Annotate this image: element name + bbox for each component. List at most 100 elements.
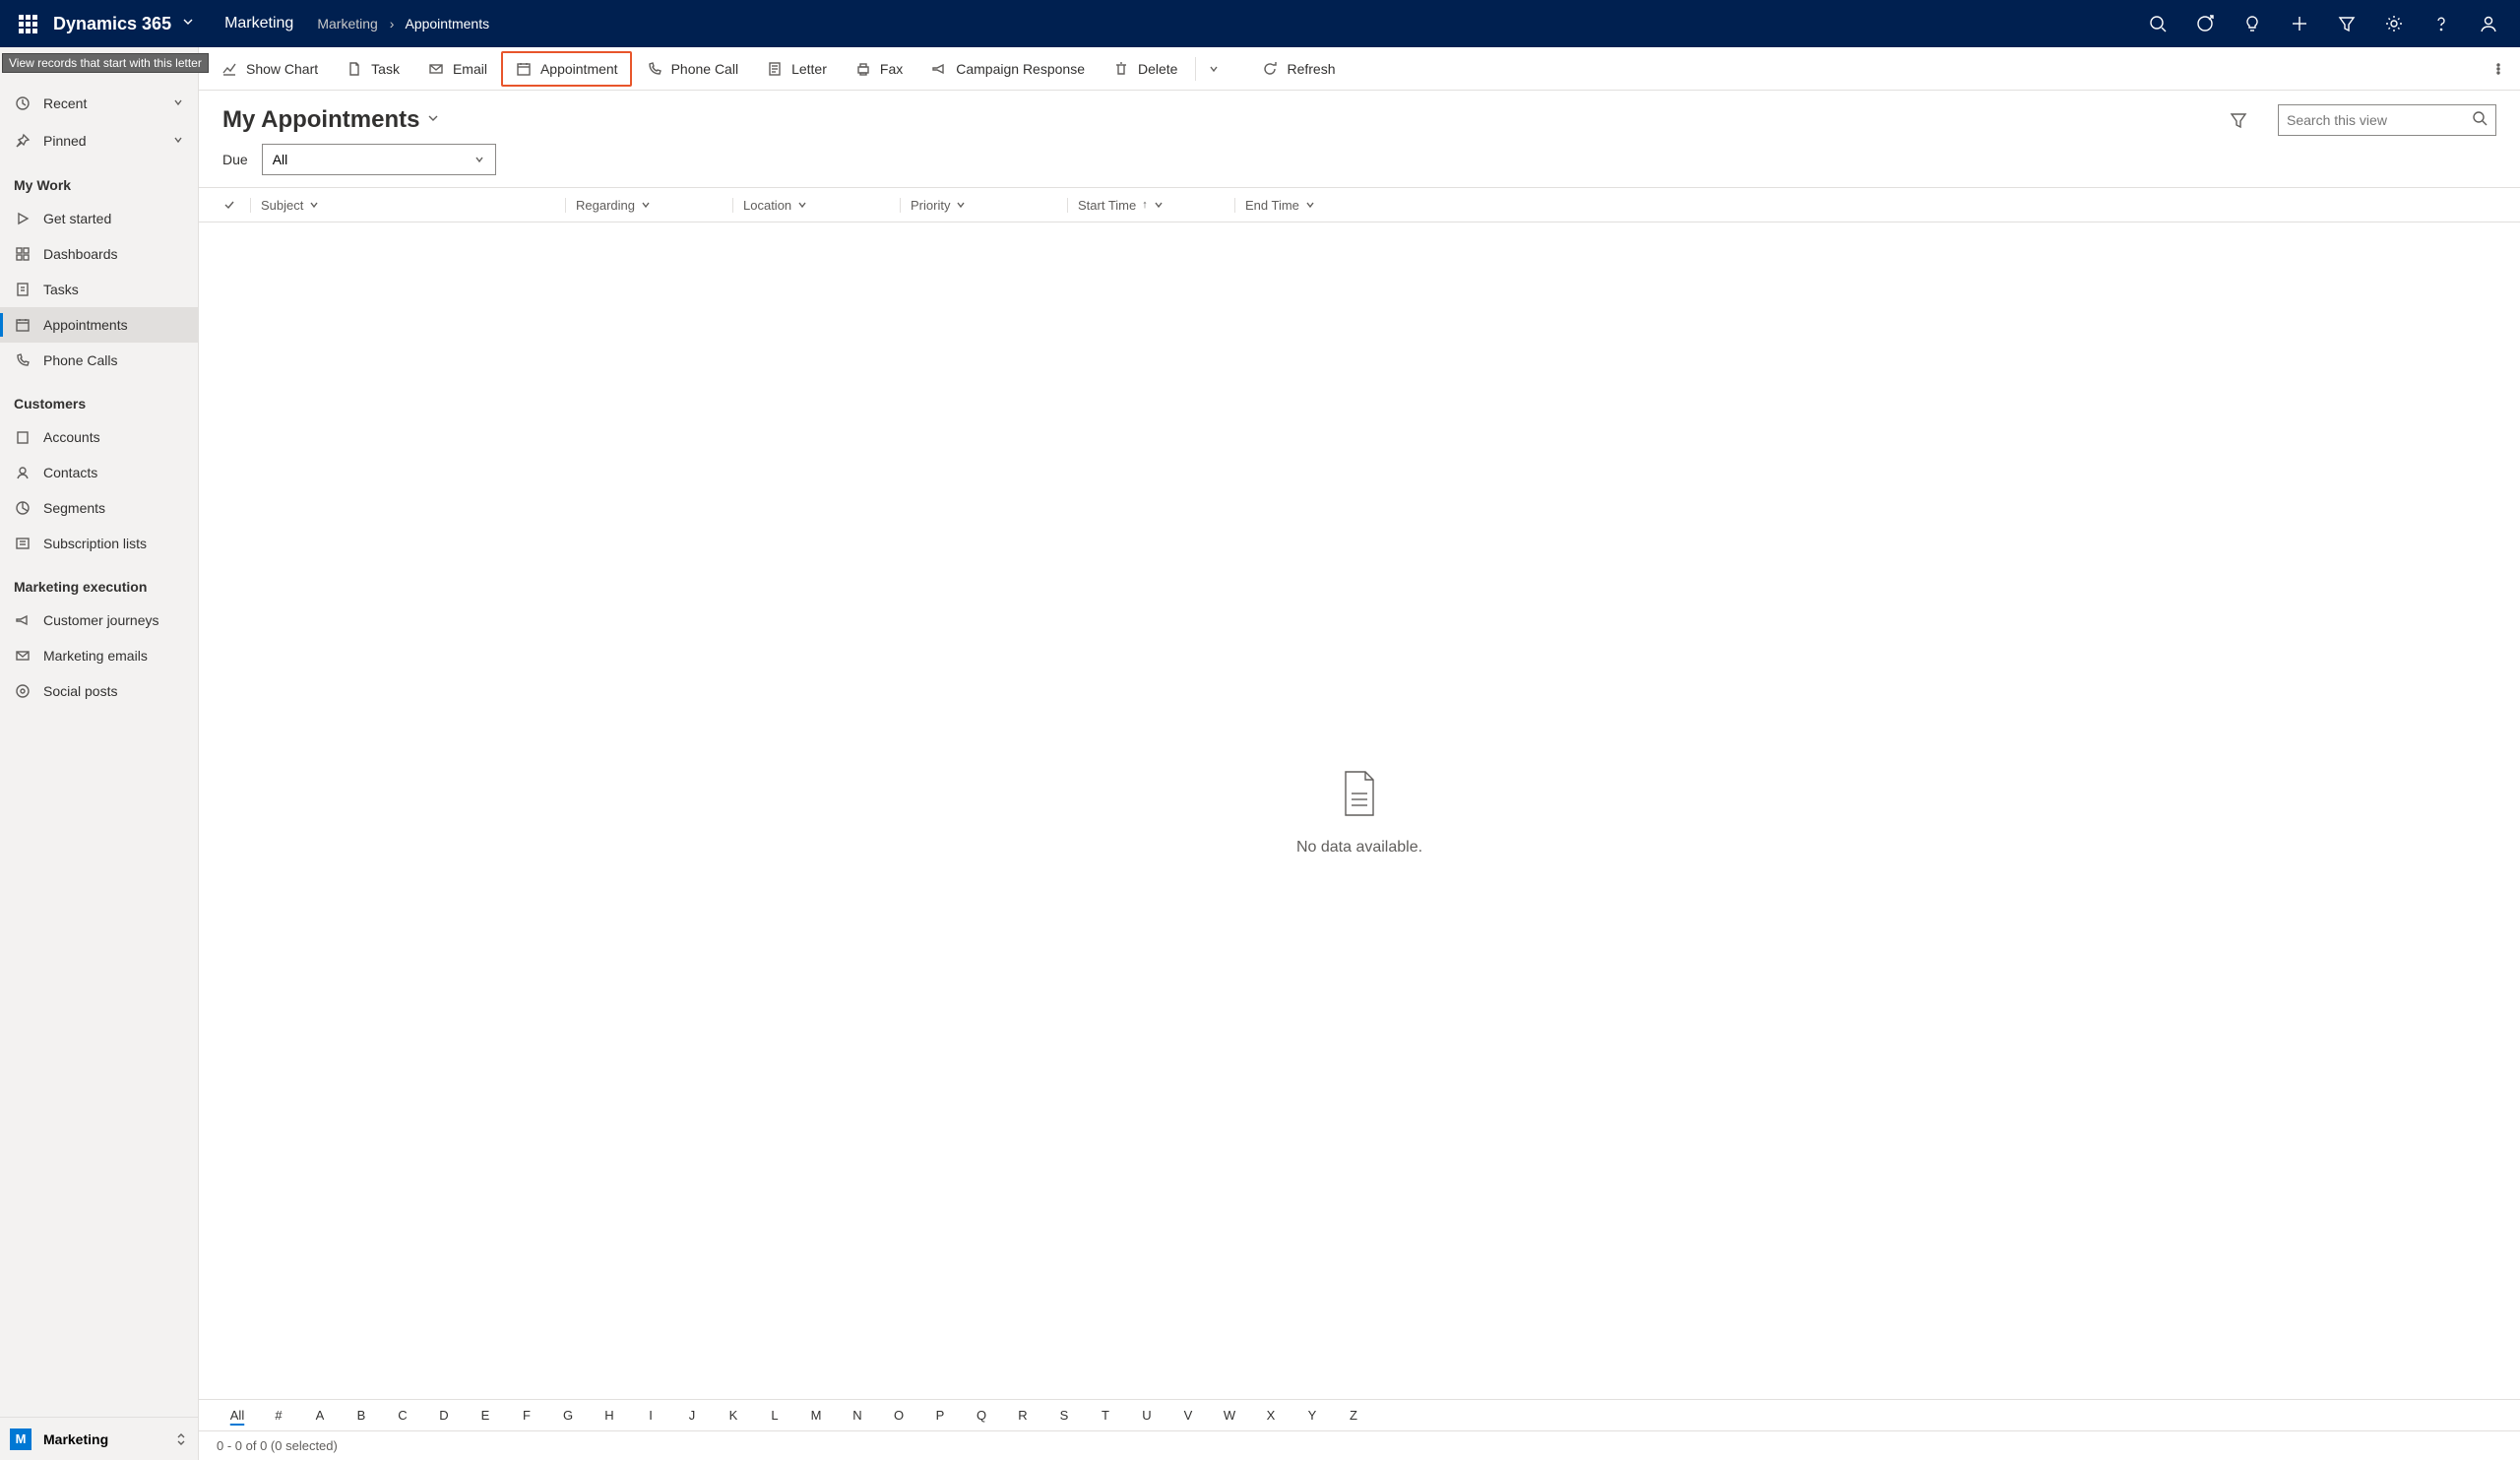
brand-chevron-icon[interactable]	[181, 15, 195, 33]
alpha-jump-item[interactable]: D	[423, 1408, 465, 1423]
email-button[interactable]: Email	[413, 51, 501, 87]
email-icon	[14, 647, 32, 665]
alpha-jump-item[interactable]: T	[1085, 1408, 1126, 1423]
plus-icon[interactable]	[2276, 0, 2323, 47]
alpha-jump-item[interactable]: R	[1002, 1408, 1043, 1423]
filter-icon[interactable]	[2323, 0, 2370, 47]
updown-icon	[174, 1432, 188, 1446]
sidebar-item-social-posts[interactable]: Social posts	[0, 673, 198, 709]
chevron-down-icon	[956, 198, 966, 213]
phone-call-button[interactable]: Phone Call	[632, 51, 753, 87]
chevron-down-icon	[1305, 198, 1315, 213]
breadcrumb-sep: ›	[390, 16, 395, 32]
alpha-jump-item[interactable]: M	[795, 1408, 837, 1423]
search-input[interactable]	[2287, 112, 2472, 128]
alpha-jump-item[interactable]: P	[919, 1408, 961, 1423]
account-icon[interactable]	[2465, 0, 2512, 47]
delete-split-chevron[interactable]	[1200, 51, 1228, 87]
letter-button[interactable]: Letter	[752, 51, 841, 87]
alpha-jump-item[interactable]: V	[1167, 1408, 1209, 1423]
search-icon[interactable]	[2134, 0, 2181, 47]
col-header-start-time[interactable]: Start Time↑	[1067, 198, 1234, 213]
view-chevron-icon[interactable]	[425, 110, 441, 131]
due-select[interactable]: All	[262, 144, 496, 175]
lightbulb-icon[interactable]	[2229, 0, 2276, 47]
alpha-jump-item[interactable]: Z	[1333, 1408, 1374, 1423]
sidebar-item-contacts[interactable]: Contacts	[0, 455, 198, 490]
chevron-down-icon	[1154, 198, 1164, 213]
alpha-jump-item[interactable]: Q	[961, 1408, 1002, 1423]
alpha-jump-item[interactable]: X	[1250, 1408, 1292, 1423]
alpha-jump-item[interactable]: H	[589, 1408, 630, 1423]
app-launcher-icon[interactable]	[8, 0, 47, 47]
task-button[interactable]: Task	[332, 51, 413, 87]
alpha-jump-item[interactable]: #	[258, 1408, 299, 1423]
alpha-jump-item[interactable]: A	[299, 1408, 341, 1423]
sidebar-item-customer-journeys[interactable]: Customer journeys	[0, 603, 198, 638]
alpha-jump-item[interactable]: O	[878, 1408, 919, 1423]
brand-name[interactable]: Dynamics 365	[53, 14, 171, 34]
sidebar-item-marketing-emails[interactable]: Marketing emails	[0, 638, 198, 673]
alpha-jump-item[interactable]: L	[754, 1408, 795, 1423]
sidebar-group-header: Marketing execution	[0, 561, 198, 603]
alpha-jump-item[interactable]: K	[713, 1408, 754, 1423]
breadcrumb-root[interactable]: Marketing	[317, 16, 377, 32]
search-icon[interactable]	[2472, 110, 2488, 131]
cmd-label: Phone Call	[671, 61, 739, 77]
campaign-icon	[930, 60, 948, 78]
alpha-jump-item[interactable]: All	[217, 1408, 258, 1423]
fax-button[interactable]: Fax	[841, 51, 916, 87]
alpha-jump-item[interactable]: C	[382, 1408, 423, 1423]
alpha-jump-item[interactable]: J	[671, 1408, 713, 1423]
alpha-jump-item[interactable]: Y	[1292, 1408, 1333, 1423]
task-icon	[14, 281, 32, 298]
appointment-button[interactable]: Appointment	[501, 51, 632, 87]
refresh-button[interactable]: Refresh	[1247, 51, 1349, 87]
alpha-jump-item[interactable]: S	[1043, 1408, 1085, 1423]
target-icon[interactable]	[2181, 0, 2229, 47]
sidebar-item-label: Contacts	[43, 465, 97, 480]
view-title[interactable]: My Appointments	[222, 106, 419, 134]
alpha-jump-item[interactable]: N	[837, 1408, 878, 1423]
col-header-priority[interactable]: Priority	[900, 198, 1067, 213]
command-bar: Show Chart Task Email Appointment Phone …	[199, 47, 2520, 91]
sidebar-item-get-started[interactable]: Get started	[0, 201, 198, 236]
col-header-location[interactable]: Location	[732, 198, 900, 213]
sidebar-item-phone-calls[interactable]: Phone Calls	[0, 343, 198, 378]
chevron-down-icon[interactable]	[172, 95, 184, 111]
gear-icon[interactable]	[2370, 0, 2418, 47]
alpha-jump-item[interactable]: I	[630, 1408, 671, 1423]
area-switcher[interactable]: M Marketing	[0, 1417, 198, 1460]
chevron-down-icon[interactable]	[172, 133, 184, 149]
show-chart-button[interactable]: Show Chart	[207, 51, 332, 87]
alpha-jump-item[interactable]: F	[506, 1408, 547, 1423]
select-all-checkbox[interactable]	[222, 198, 250, 212]
col-header-regarding[interactable]: Regarding	[565, 198, 732, 213]
alpha-jump-item[interactable]: W	[1209, 1408, 1250, 1423]
help-icon[interactable]	[2418, 0, 2465, 47]
alpha-jump-item[interactable]: U	[1126, 1408, 1167, 1423]
sidebar-item-tasks[interactable]: Tasks	[0, 272, 198, 307]
breadcrumb: Marketing › Appointments	[317, 16, 489, 32]
campaign-response-button[interactable]: Campaign Response	[916, 51, 1099, 87]
search-view-box[interactable]	[2278, 104, 2496, 136]
sidebar-item-accounts[interactable]: Accounts	[0, 419, 198, 455]
col-header-end-time[interactable]: End Time	[1234, 198, 1402, 213]
nav-area-label[interactable]: Marketing	[224, 15, 293, 32]
col-header-subject[interactable]: Subject	[250, 198, 565, 213]
alpha-jump-item[interactable]: G	[547, 1408, 589, 1423]
sidebar-item-dashboards[interactable]: Dashboards	[0, 236, 198, 272]
sidebar-item-recent[interactable]: Recent	[0, 85, 198, 122]
sidebar-item-pinned[interactable]: Pinned	[0, 122, 198, 159]
alpha-jump-item[interactable]: B	[341, 1408, 382, 1423]
refresh-icon	[1261, 60, 1279, 78]
sidebar-item-label: Appointments	[43, 317, 128, 333]
sidebar-item-segments[interactable]: Segments	[0, 490, 198, 526]
sidebar-item-subscription-lists[interactable]: Subscription lists	[0, 526, 198, 561]
sidebar-item-appointments[interactable]: Appointments	[0, 307, 198, 343]
more-commands-icon[interactable]	[2485, 51, 2512, 87]
alpha-jump-item[interactable]: E	[465, 1408, 506, 1423]
play-icon	[14, 210, 32, 227]
delete-button[interactable]: Delete	[1099, 51, 1191, 87]
grid-filter-icon[interactable]	[2223, 104, 2254, 136]
